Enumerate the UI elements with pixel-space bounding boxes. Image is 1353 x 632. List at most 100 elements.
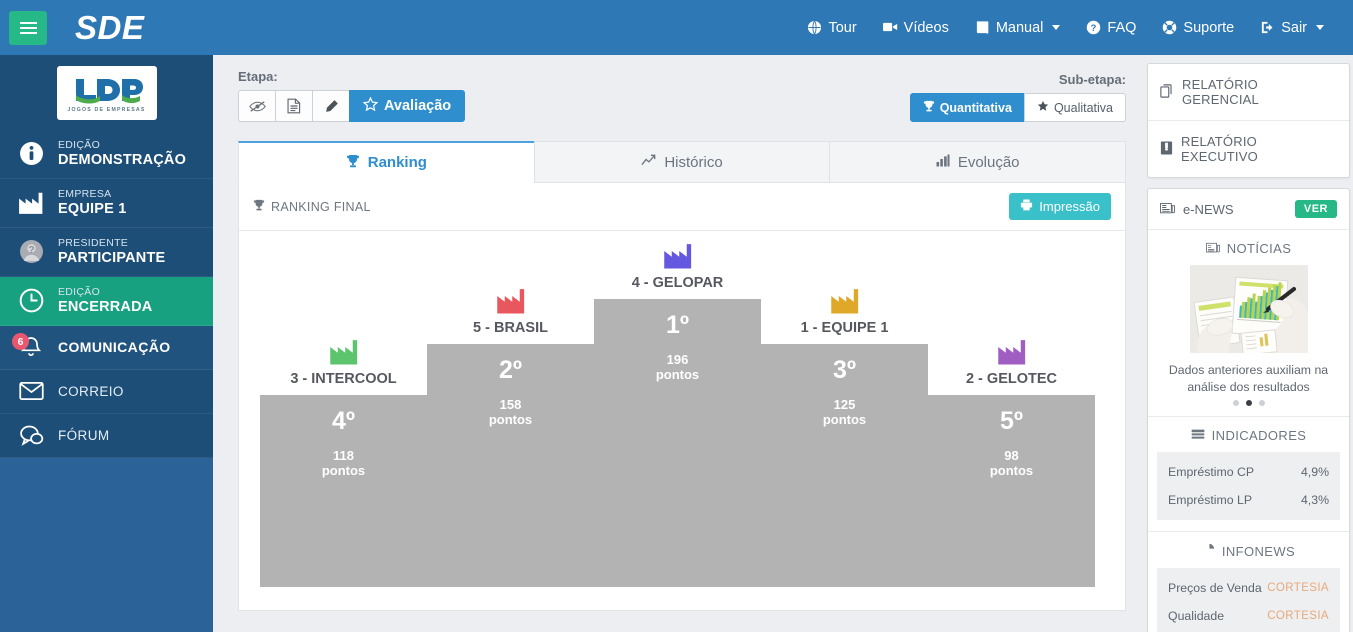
panel-title-label: RANKING FINAL (271, 199, 371, 214)
logo-card: JOGOS DE EMPRESAS (56, 65, 157, 120)
subetapa-block: Sub-etapa: Quantitativa Qualitativa (909, 72, 1126, 122)
sidebar-item-value: EQUIPE 1 (58, 200, 127, 217)
copy-icon (1160, 83, 1174, 101)
sidebar-item-comunicacao[interactable]: 6 COMUNICAÇÃO (0, 325, 213, 370)
podium-column-1: 4 - GELOPAR 1º 196 pontos (594, 242, 761, 587)
noticias-title: NOTÍCIAS (1148, 230, 1349, 265)
nav-label: FAQ (1107, 19, 1137, 36)
nav-label: Manual (995, 19, 1044, 36)
noticias-label: NOTÍCIAS (1226, 241, 1292, 256)
nav-label: Vídeos (903, 19, 949, 36)
carousel-dot[interactable] (1258, 400, 1265, 407)
tab-evolucao[interactable]: Evolução (829, 141, 1127, 183)
sidebar-item-empresa-equipe1[interactable]: EMPRESA EQUIPE 1 (0, 178, 213, 228)
hamburger-line (19, 21, 37, 24)
printer-icon (1020, 199, 1033, 214)
sidebar-logo: JOGOS DE EMPRESAS (0, 55, 213, 130)
infonews-key: Preços de Venda (1168, 581, 1262, 596)
file-text-icon[interactable] (275, 90, 313, 122)
factory-icon (16, 191, 46, 215)
pencil-icon[interactable] (312, 90, 350, 122)
book-icon (975, 20, 990, 35)
chevron-down-icon (1052, 25, 1061, 30)
enews-title: e-NEWS (1160, 202, 1234, 217)
podium-bar: 5º 98 pontos (928, 395, 1095, 587)
rank-label: 4º (331, 407, 356, 435)
report-label: RELATÓRIO GERENCIAL (1182, 77, 1259, 107)
print-button[interactable]: Impressão (1009, 193, 1111, 220)
carousel-dot-active[interactable] (1245, 400, 1252, 407)
eye-slash-icon[interactable] (238, 90, 276, 122)
infonews-value: CORTESIA (1267, 582, 1329, 595)
envelope-icon (16, 381, 46, 401)
tab-ranking[interactable]: Ranking (238, 141, 535, 183)
reports-card: RELATÓRIO GERENCIAL RELATÓRIO EXECUTIVO (1147, 63, 1350, 178)
right-sidebar: RELATÓRIO GERENCIAL RELATÓRIO EXECUTIVO … (1147, 63, 1350, 632)
rank-label: 1º (665, 311, 690, 339)
report-executivo-item[interactable]: RELATÓRIO EXECUTIVO (1148, 121, 1349, 177)
sidebar-item-value: PARTICIPANTE (58, 249, 166, 266)
sidebar-item-edicao-encerrada[interactable]: EDIÇÃO ENCERRADA (0, 276, 213, 326)
factory-icon (997, 338, 1027, 371)
trophy-icon (253, 199, 265, 214)
nav-item-videos[interactable]: Vídeos (870, 12, 962, 44)
ldp-logo-icon (75, 78, 143, 104)
nav-item-faq[interactable]: ? FAQ (1073, 12, 1149, 44)
sidebar-item-correio[interactable]: CORREIO (0, 369, 213, 414)
team-name: 1 - EQUIPE 1 (800, 320, 889, 336)
sidebar-item-value: ENCERRADA (58, 298, 153, 315)
signout-icon (1260, 20, 1275, 35)
indicador-row: Empréstimo LP 4,3% (1157, 486, 1340, 514)
infonews-value: CORTESIA (1267, 610, 1329, 623)
tab-label: Ranking (367, 154, 427, 171)
chevron-down-icon (1316, 25, 1324, 30)
sidebar-item-text: EDIÇÃO DEMONSTRAÇÃO (58, 139, 186, 169)
sidebar-item-label: EMPRESA (58, 187, 112, 200)
line-chart-icon (641, 153, 656, 171)
nav-item-sair[interactable]: Sair (1247, 12, 1337, 44)
points-label: 196 pontos (655, 352, 700, 383)
avaliacao-button[interactable]: Avaliação (349, 90, 466, 122)
nav-item-tour[interactable]: Tour (794, 12, 869, 44)
podium-chart: 3 - INTERCOOL 4º 118 pontos 5 - BRASIL 2º… (260, 235, 1104, 587)
factory-icon (663, 242, 693, 275)
carousel-dot[interactable] (1232, 400, 1239, 407)
rank-label: 3º (832, 356, 857, 384)
nav-item-suporte[interactable]: Suporte (1149, 12, 1247, 44)
nav-label: Sair (1281, 19, 1307, 36)
infonews-row: Preços de Venda CORTESIA (1157, 574, 1340, 602)
podium-column-3: 1 - EQUIPE 1 3º 125 pontos (761, 287, 928, 587)
podium-bar: 1º 196 pontos (594, 299, 761, 587)
subetapa-button-group: Quantitativa Qualitativa (909, 93, 1126, 122)
enews-ver-button[interactable]: VER (1294, 200, 1337, 218)
sidebar-item-edicao-demonstracao[interactable]: EDIÇÃO DEMONSTRAÇÃO (0, 130, 213, 179)
sidebar-item-forum[interactable]: FÓRUM (0, 413, 213, 458)
enews-header: e-NEWS VER (1148, 189, 1349, 230)
tab-label: Histórico (664, 153, 723, 171)
nav-item-manual[interactable]: Manual (962, 12, 1074, 44)
hamburger-line (19, 31, 37, 34)
rank-label: 2º (498, 356, 523, 384)
report-gerencial-item[interactable]: RELATÓRIO GERENCIAL (1148, 64, 1349, 121)
app-logo: SDE (75, 8, 145, 46)
team-name: 4 - GELOPAR (631, 275, 724, 291)
ranking-panel: RANKING FINAL Impressão 3 - INTERCOOL 4º… (238, 183, 1126, 611)
points-label: 125 pontos (822, 397, 867, 428)
subetapa-caption: Sub-etapa: (1058, 72, 1126, 87)
tab-historico[interactable]: Histórico (533, 141, 831, 183)
infonews-title: INFONEWS (1148, 531, 1349, 568)
enews-card: e-NEWS VER NOTÍCIAS Dados anteriores aux… (1147, 188, 1350, 632)
subetapa-quantitativa-button[interactable]: Quantitativa (909, 93, 1025, 122)
indicador-value: 4,3% (1300, 493, 1329, 508)
bell-icon: 6 (12, 333, 46, 359)
top-navigation-bar: SDE Tour Vídeos Manual ? FAQ Suporte Sai… (0, 0, 1353, 55)
clock-icon (16, 288, 46, 313)
star-icon (362, 96, 379, 115)
podium-column-5: 2 - GELOTEC 5º 98 pontos (928, 338, 1095, 587)
sidebar-item-presidente-participante[interactable]: ? PRESIDENTE PARTICIPANTE (0, 227, 213, 277)
hamburger-icon[interactable] (9, 10, 47, 45)
sidebar-item-label: FÓRUM (58, 427, 110, 443)
subetapa-qualitativa-button[interactable]: Qualitativa (1023, 93, 1126, 122)
trophy-icon (923, 100, 935, 115)
news-thumbnail[interactable] (1189, 265, 1308, 353)
